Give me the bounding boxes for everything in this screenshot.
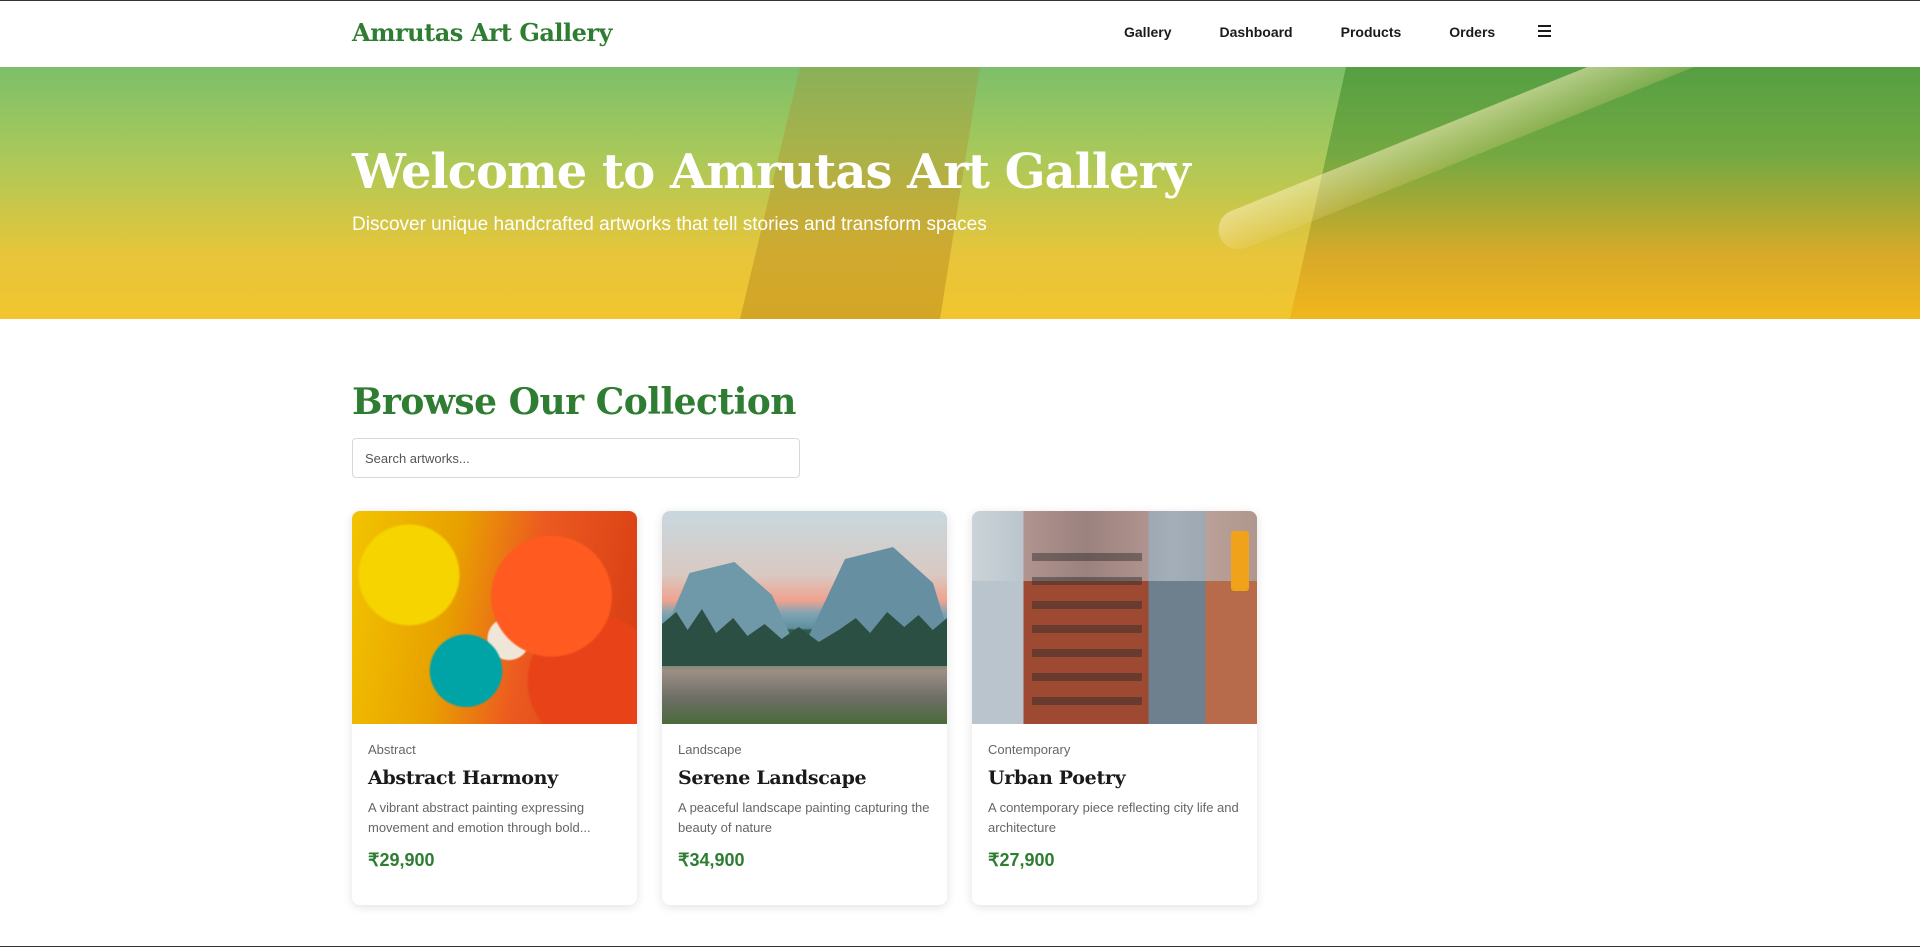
brand-logo[interactable]: Amrutas Art Gallery <box>352 18 612 47</box>
artwork-image[interactable] <box>972 511 1257 724</box>
artwork-description: A contemporary piece reflecting city lif… <box>988 800 1239 835</box>
main-nav: Gallery Dashboard Products Orders <box>1124 24 1543 40</box>
artwork-title[interactable]: Abstract Harmony <box>368 767 621 789</box>
artwork-category: Contemporary <box>988 742 1071 757</box>
nav-dashboard[interactable]: Dashboard <box>1219 24 1292 40</box>
search-input[interactable] <box>352 438 800 478</box>
artwork-card[interactable]: Contemporary Urban Poetry A contemporary… <box>972 511 1257 905</box>
artwork-image[interactable] <box>352 511 637 724</box>
artwork-category: Landscape <box>678 742 742 757</box>
artwork-title[interactable]: Urban Poetry <box>988 767 1241 789</box>
hero-subtitle: Discover unique handcrafted artworks tha… <box>352 214 987 235</box>
artwork-card[interactable]: Landscape Serene Landscape A peaceful la… <box>662 511 947 905</box>
nav-gallery[interactable]: Gallery <box>1124 24 1171 40</box>
nav-products[interactable]: Products <box>1341 24 1402 40</box>
artwork-description: A peaceful landscape painting capturing … <box>678 800 930 835</box>
collection-title: Browse Our Collection <box>352 381 796 423</box>
site-header: Amrutas Art Gallery Gallery Dashboard Pr… <box>0 1 1920 66</box>
artwork-category: Abstract <box>368 742 416 757</box>
hamburger-menu-icon[interactable] <box>1538 25 1551 37</box>
artwork-price: ₹34,900 <box>678 850 745 870</box>
page: Amrutas Art Gallery Gallery Dashboard Pr… <box>0 0 1920 947</box>
artwork-card[interactable]: Abstract Abstract Harmony A vibrant abst… <box>352 511 637 905</box>
artwork-description: A vibrant abstract painting expressing m… <box>368 800 591 835</box>
hero-title: Welcome to Amrutas Art Gallery <box>352 144 1191 200</box>
artwork-price: ₹29,900 <box>368 850 435 870</box>
artwork-grid: Abstract Abstract Harmony A vibrant abst… <box>352 511 1282 905</box>
nav-orders[interactable]: Orders <box>1449 24 1495 40</box>
artwork-price: ₹27,900 <box>988 850 1055 870</box>
artwork-title[interactable]: Serene Landscape <box>678 767 931 789</box>
artwork-image[interactable] <box>662 511 947 724</box>
hero-banner: Welcome to Amrutas Art Gallery Discover … <box>0 67 1920 319</box>
